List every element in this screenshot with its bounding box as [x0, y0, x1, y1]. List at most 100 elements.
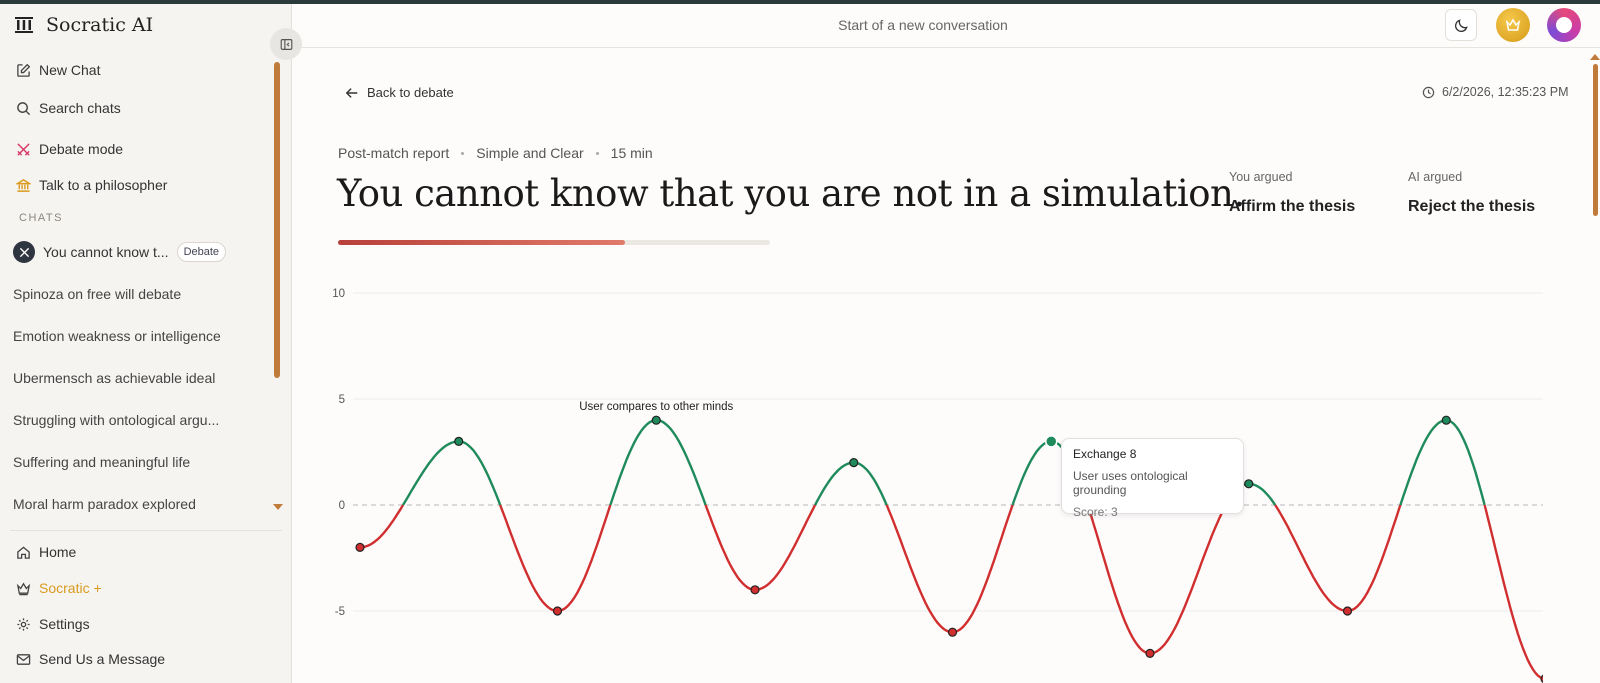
- swords-icon: [19, 247, 29, 257]
- series-line: [359, 504, 405, 549]
- report-style: Simple and Clear: [476, 145, 584, 161]
- brand-name: Socratic AI: [46, 14, 154, 36]
- theme-toggle-button[interactable]: [1445, 9, 1477, 41]
- data-point: [651, 415, 661, 425]
- data-point: [1441, 415, 1451, 425]
- series-line: [704, 504, 817, 591]
- talk-philosopher-label: Talk to a philosopher: [39, 177, 168, 193]
- mail-icon: [16, 653, 31, 665]
- settings-label: Settings: [39, 616, 90, 632]
- search-chats-button[interactable]: Search chats: [16, 100, 121, 116]
- brand[interactable]: Socratic AI: [14, 14, 153, 36]
- premium-button[interactable]: [1496, 8, 1530, 42]
- score-chart: 10 5 0 -5 User compares to other minds: [332, 288, 1543, 683]
- data-point: [552, 606, 563, 616]
- highlighted-point: [1045, 435, 1058, 448]
- chat-item-active[interactable]: You cannot know t... Debate: [13, 241, 227, 263]
- clock-icon: [1422, 86, 1435, 98]
- chat-item[interactable]: Suffering and meaningful life: [13, 454, 190, 470]
- data-point: [1145, 648, 1155, 658]
- series-line: [1274, 504, 1402, 613]
- debate-badge: Debate: [176, 242, 227, 262]
- chat-item[interactable]: Ubermensch as achievable ideal: [13, 370, 215, 386]
- tooltip-title: Exchange 8: [1073, 447, 1137, 461]
- main-scroll-up-arrow[interactable]: [1590, 54, 1600, 60]
- data-point: [1244, 479, 1254, 489]
- you-argued-value: Affirm the thesis: [1229, 198, 1356, 215]
- series-line: [499, 504, 612, 613]
- y-tick-label: 5: [339, 394, 345, 406]
- chat-item[interactable]: Spinoza on free will debate: [13, 286, 181, 302]
- y-tick-label: -5: [335, 606, 345, 618]
- main-scrollbar[interactable]: [1593, 64, 1598, 216]
- chart-annotation: User compares to other minds: [579, 401, 733, 413]
- socratic-plus-label: Socratic +: [39, 580, 102, 596]
- collapse-sidebar-button[interactable]: [270, 28, 302, 60]
- you-argued-block: You argued Affirm the thesis: [1229, 170, 1355, 216]
- ai-argued-block: AI argued Reject the thesis: [1408, 170, 1535, 216]
- series-line: [401, 440, 502, 506]
- series-line: [1483, 504, 1543, 680]
- home-button[interactable]: Home: [16, 544, 76, 560]
- y-tick-label: 0: [339, 500, 345, 512]
- series-line: [814, 461, 888, 506]
- sidebar: Socratic AI New Chat Search chats Debate…: [0, 4, 292, 683]
- debate-mode-button[interactable]: Debate mode: [16, 141, 123, 157]
- home-label: Home: [39, 544, 77, 560]
- data-point: [750, 585, 760, 595]
- series-line: [1086, 504, 1228, 655]
- send-message-label: Send Us a Message: [39, 651, 166, 667]
- report-type: Post-match report: [338, 145, 450, 161]
- arrow-left-icon: [345, 87, 358, 98]
- search-chats-label: Search chats: [39, 100, 121, 116]
- gear-icon: [17, 617, 30, 631]
- you-argued-label: You argued: [1229, 170, 1293, 184]
- moon-icon: [1454, 18, 1468, 32]
- home-icon: [17, 545, 30, 559]
- search-icon: [17, 101, 31, 115]
- report-timestamp: 6/2/2026, 12:35:23 PM: [1422, 85, 1568, 99]
- sidebar-toggle-icon: [280, 38, 292, 50]
- separator-dot: [595, 151, 599, 155]
- data-point: [1540, 674, 1543, 683]
- series-line: [885, 504, 1014, 634]
- y-tick-label: 10: [332, 288, 345, 300]
- edit-icon: [17, 63, 31, 77]
- chat-title: You cannot know t...: [43, 244, 169, 260]
- user-avatar[interactable]: [1547, 8, 1581, 42]
- chat-item[interactable]: Struggling with ontological argu...: [13, 412, 219, 428]
- send-message-button[interactable]: Send Us a Message: [16, 651, 165, 667]
- data-point: [454, 436, 464, 446]
- settings-button[interactable]: Settings: [16, 616, 90, 632]
- chat-item[interactable]: Emotion weakness or intelligence: [13, 328, 221, 344]
- data-point: [355, 542, 365, 552]
- thesis-title: You cannot know that you are not in a si…: [337, 172, 1245, 215]
- socratic-plus-button[interactable]: Socratic +: [16, 580, 102, 596]
- new-chat-label: New Chat: [39, 62, 101, 78]
- ai-argued-value: Reject the thesis: [1408, 198, 1536, 215]
- logo-icon: [15, 17, 33, 33]
- bank-icon: [16, 178, 31, 192]
- report-meta: Post-match report Simple and Clear 15 mi…: [338, 145, 653, 161]
- conversation-title: Start of a new conversation: [838, 17, 1008, 33]
- new-chat-button[interactable]: New Chat: [16, 62, 100, 78]
- chat-item[interactable]: Moral harm paradox explored: [13, 496, 196, 512]
- debate-mode-label: Debate mode: [39, 141, 124, 157]
- tooltip-score: Score: 3: [1073, 505, 1118, 519]
- timestamp-text: 6/2/2026, 12:35:23 PM: [1442, 85, 1569, 99]
- talk-philosopher-button[interactable]: Talk to a philosopher: [16, 177, 167, 193]
- crown-icon: [1505, 18, 1521, 31]
- data-point: [1342, 606, 1353, 616]
- back-label: Back to debate: [367, 85, 454, 100]
- debate-avatar: [13, 241, 35, 263]
- scroll-down-arrow[interactable]: [273, 504, 283, 510]
- progress-fill: [338, 240, 626, 245]
- sidebar-scrollbar[interactable]: [274, 62, 280, 378]
- separator-dot: [461, 151, 465, 155]
- chats-section-label: CHATS: [19, 212, 63, 224]
- chart-tooltip: Exchange 8 User uses ontological groundi…: [1061, 438, 1244, 519]
- report-duration: 15 min: [610, 145, 653, 161]
- back-to-debate-link[interactable]: Back to debate: [345, 85, 454, 100]
- progress-bar: [338, 240, 770, 245]
- data-point: [947, 627, 958, 637]
